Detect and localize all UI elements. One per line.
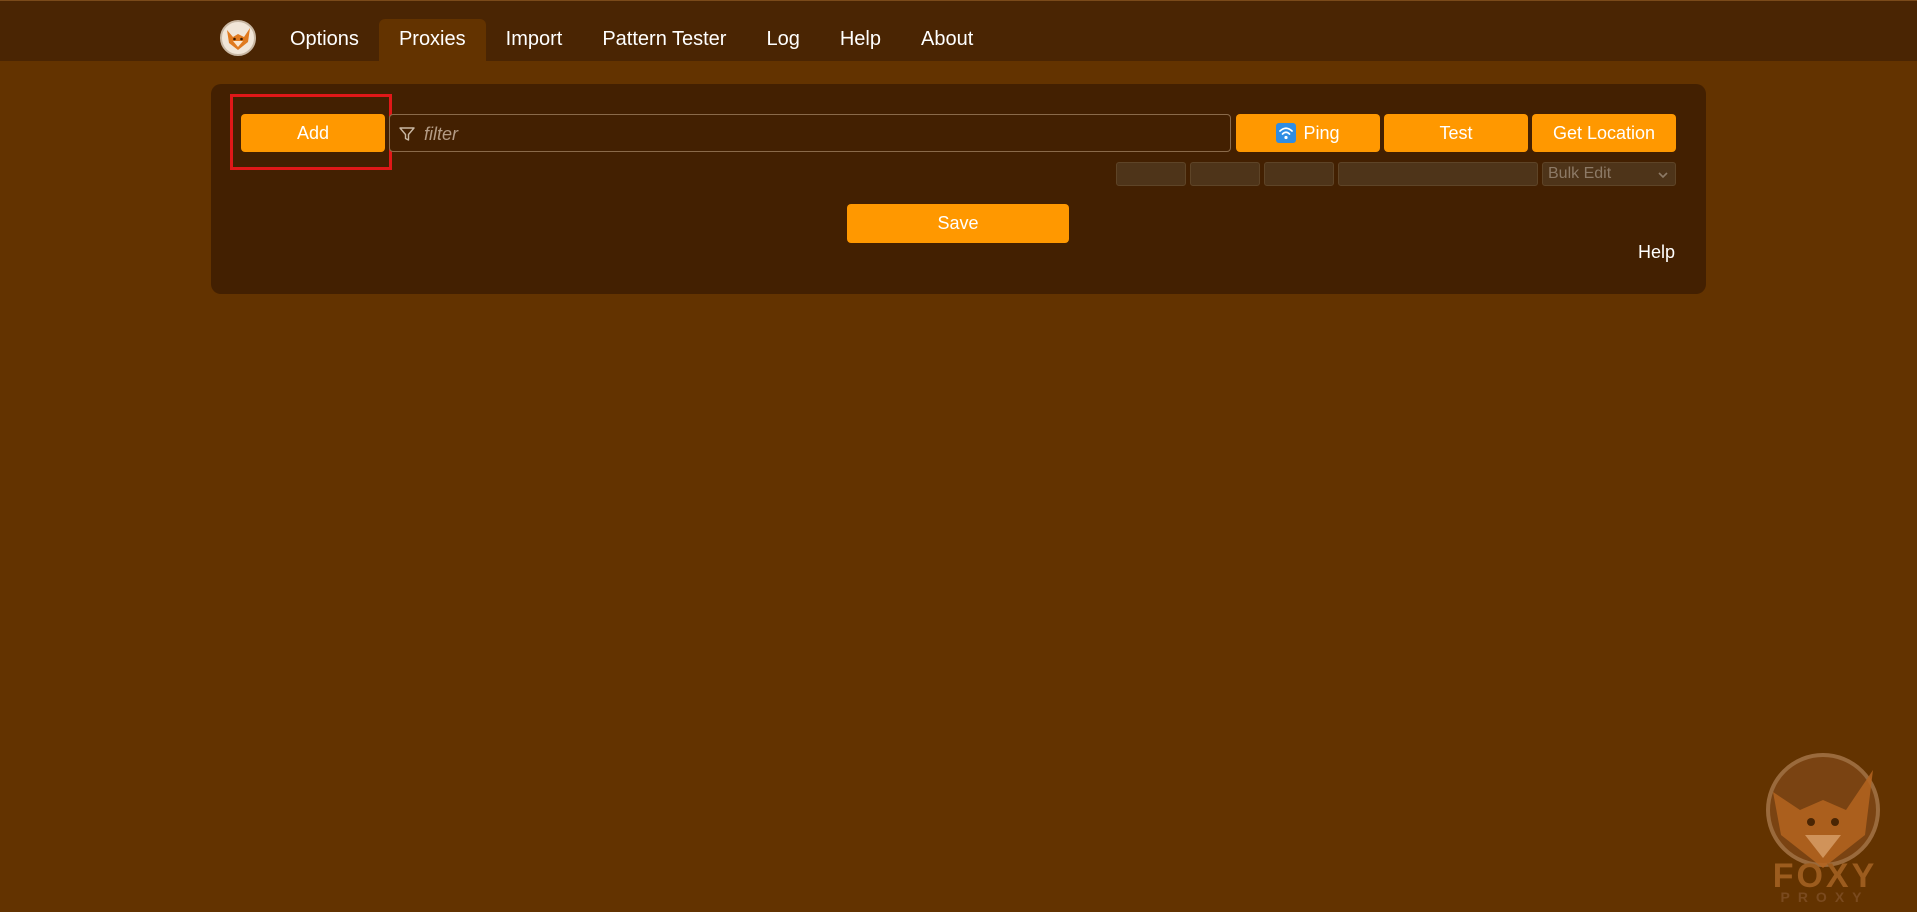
- foxyproxy-logo-icon[interactable]: [218, 17, 258, 57]
- funnel-icon: [399, 127, 415, 141]
- nav-proxies[interactable]: Proxies: [378, 19, 486, 62]
- bulk-edit-label: Bulk Edit: [1548, 165, 1612, 182]
- save-button[interactable]: Save: [847, 204, 1069, 243]
- bulk-field-1[interactable]: [1116, 162, 1186, 186]
- nav-options[interactable]: Options: [270, 19, 379, 62]
- get-location-button[interactable]: Get Location: [1532, 114, 1676, 152]
- nav-help[interactable]: Help: [820, 19, 901, 62]
- help-link[interactable]: Help: [1638, 242, 1675, 263]
- bulk-field-2[interactable]: [1190, 162, 1260, 186]
- ping-button[interactable]: Ping: [1236, 114, 1380, 152]
- ping-label: Ping: [1303, 122, 1340, 143]
- nav-log[interactable]: Log: [746, 19, 819, 62]
- nav-about[interactable]: About: [901, 19, 993, 62]
- test-button[interactable]: Test: [1384, 114, 1528, 152]
- bulk-field-4[interactable]: [1338, 162, 1538, 186]
- watermark-proxy-text: PROXY: [1780, 889, 1870, 905]
- filter-input[interactable]: [422, 115, 1226, 153]
- chevron-down-icon: [1658, 172, 1668, 179]
- main-nav: Options Proxies Import Pattern Tester Lo…: [270, 19, 993, 62]
- bulk-field-3[interactable]: [1264, 162, 1334, 186]
- add-button[interactable]: Add: [241, 114, 385, 152]
- top-nav-bar: Options Proxies Import Pattern Tester Lo…: [0, 0, 1917, 62]
- nav-import[interactable]: Import: [486, 19, 583, 62]
- filter-field[interactable]: [389, 114, 1231, 153]
- foxyproxy-watermark: FOXY PROXY: [1755, 740, 1895, 905]
- bulk-edit-select[interactable]: Bulk Edit: [1542, 162, 1676, 186]
- wifi-icon: [1276, 123, 1297, 143]
- nav-pattern-tester[interactable]: Pattern Tester: [582, 19, 746, 62]
